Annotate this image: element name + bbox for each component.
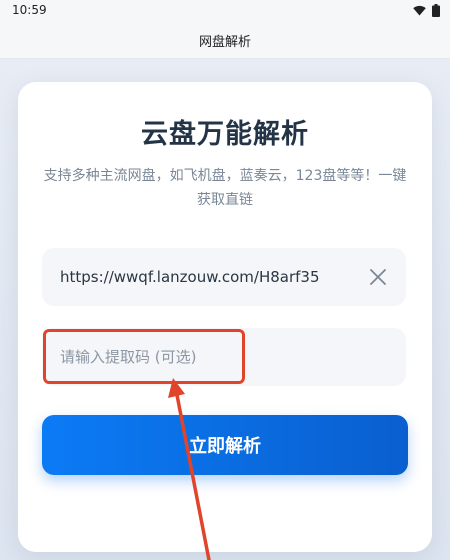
close-icon [370,269,386,285]
wifi-icon [413,5,426,16]
battery-icon [432,4,440,17]
app-title: 网盘解析 [198,35,251,50]
parse-card: 云盘万能解析 支持多种主流网盘，如飞机盘，蓝奏云，123盘等等！一键获取直链 立… [18,82,432,552]
clear-button[interactable] [366,265,390,289]
parse-button[interactable]: 立即解析 [42,415,408,475]
card-title: 云盘万能解析 [141,119,309,150]
app-bar: 网盘解析 [0,22,450,59]
extraction-code-input[interactable] [60,328,360,386]
status-icons [413,4,440,17]
card-subtitle: 支持多种主流网盘，如飞机盘，蓝奏云，123盘等等！一键获取直链 [43,168,407,208]
status-bar: 10:59 [0,0,450,22]
status-time: 10:59 [12,3,47,17]
extraction-code-field [42,328,406,386]
url-input[interactable] [60,248,360,306]
url-field [42,248,406,306]
